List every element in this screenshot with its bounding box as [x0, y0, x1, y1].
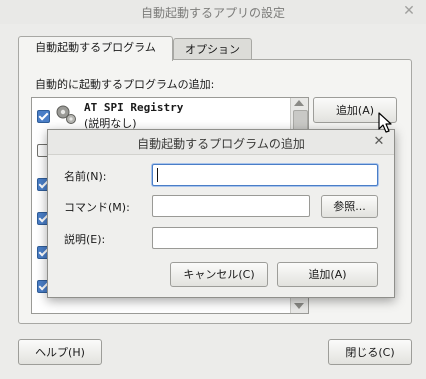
- tab-startup-programs[interactable]: 自動起動するプログラム: [18, 36, 173, 61]
- scroll-up-arrow-icon[interactable]: [294, 100, 304, 106]
- add-button[interactable]: 追加(A): [277, 262, 378, 287]
- close-icon[interactable]: ✕: [402, 3, 416, 19]
- list-item[interactable]: AT SPI Registry (説明なし): [32, 98, 289, 132]
- program-name: AT SPI Registry: [84, 101, 184, 114]
- command-field[interactable]: [152, 195, 310, 217]
- cancel-button[interactable]: キャンセル(C): [170, 262, 268, 287]
- window-title: 自動起動するアプリの設定: [140, 6, 285, 20]
- help-button[interactable]: ヘルプ(H): [18, 339, 102, 365]
- comment-field[interactable]: [152, 227, 378, 249]
- scroll-down-arrow-icon[interactable]: [294, 303, 304, 309]
- command-label: コマンド(M):: [64, 201, 130, 214]
- comment-label: 説明(E):: [64, 233, 106, 246]
- enable-checkbox[interactable]: [37, 110, 50, 123]
- add-program-dialog: 自動起動するプログラムの追加 ✕ 名前(N): コマンド(M): 参照... 説…: [47, 129, 395, 298]
- gears-icon: [56, 105, 76, 124]
- window-titlebar: 自動起動するアプリの設定 ✕: [0, 0, 426, 24]
- dialog-titlebar: 自動起動するプログラムの追加 ✕: [48, 130, 394, 155]
- close-button[interactable]: 閉じる(C): [328, 339, 412, 365]
- name-field[interactable]: [152, 164, 378, 186]
- dialog-title: 自動起動するプログラムの追加: [137, 137, 305, 151]
- mouse-pointer-icon: [378, 112, 392, 133]
- tab-options[interactable]: オプション: [173, 38, 252, 61]
- browse-button[interactable]: 参照...: [321, 195, 378, 218]
- name-label: 名前(N):: [64, 170, 107, 183]
- text-caret: [157, 168, 158, 182]
- list-heading: 自動的に起動するプログラムの追加:: [35, 78, 215, 91]
- close-icon[interactable]: ✕: [372, 134, 386, 150]
